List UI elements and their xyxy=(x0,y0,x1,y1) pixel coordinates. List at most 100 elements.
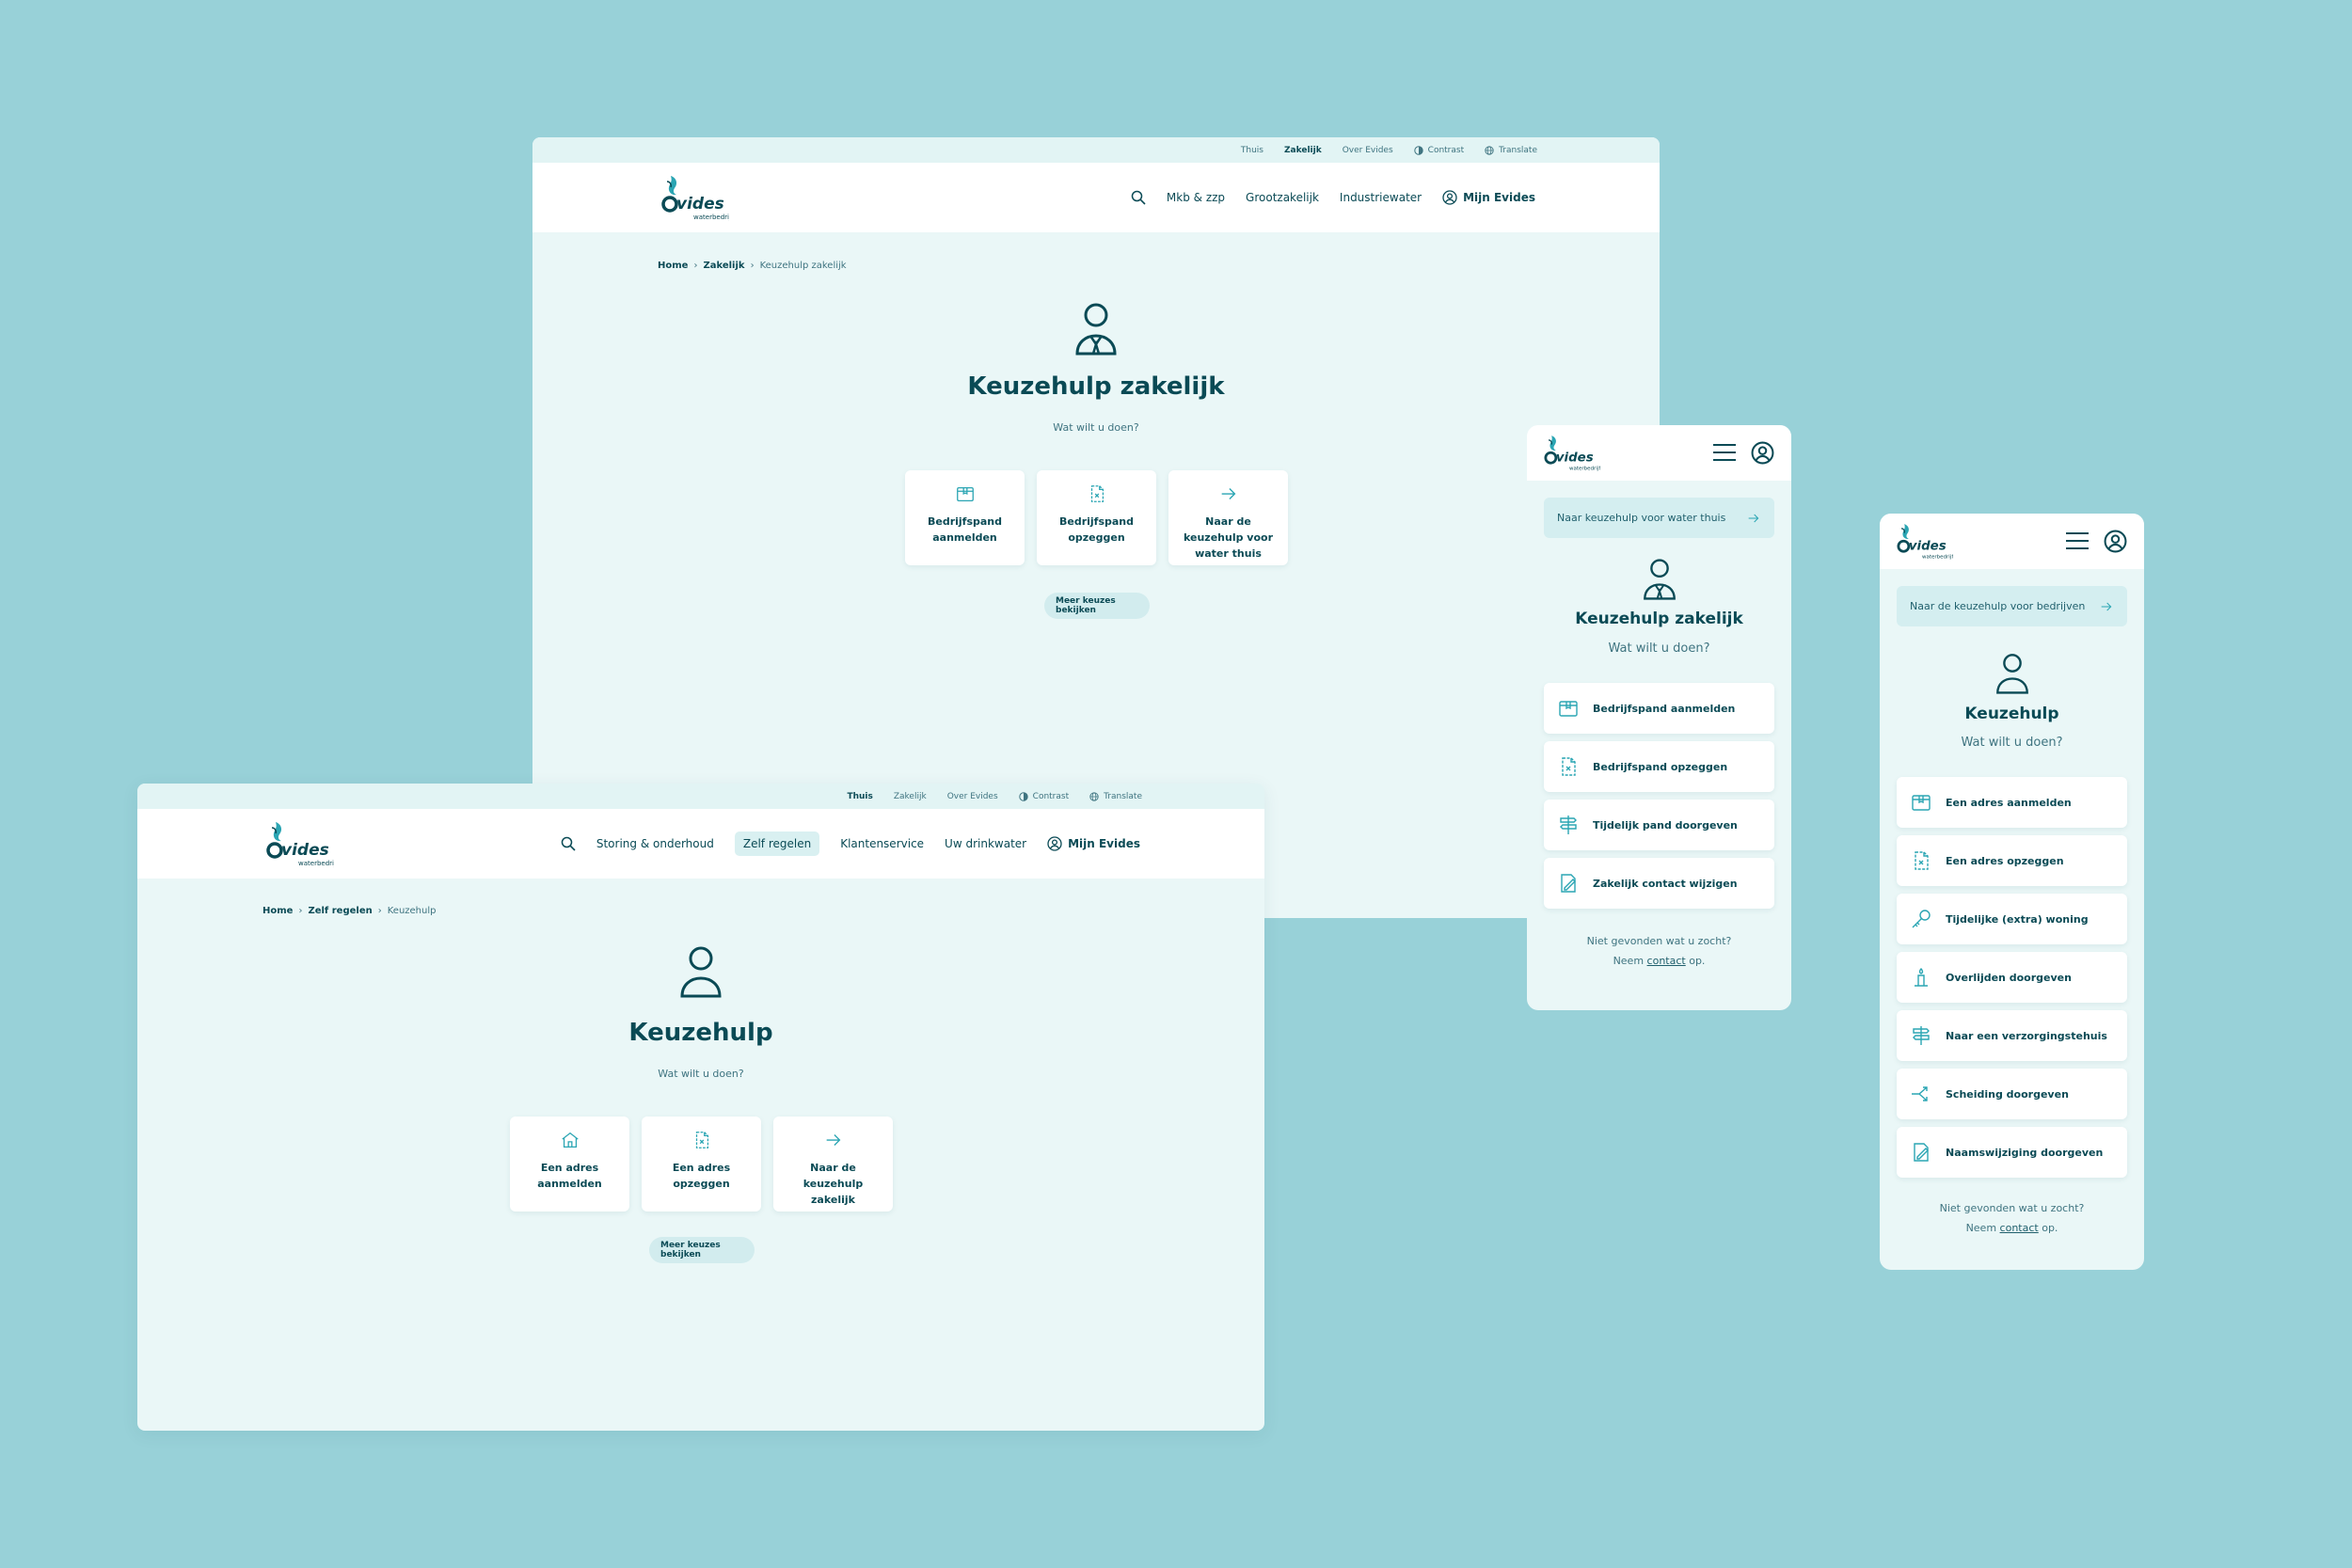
search-icon[interactable] xyxy=(561,836,576,851)
contrast-toggle[interactable]: Contrast xyxy=(1019,792,1069,801)
tile-label: Naar de keuzehulp voor water thuis xyxy=(1183,515,1274,560)
tile-keuzehulp-zakelijk[interactable]: Naar de keuzehulp zakelijk xyxy=(773,1117,893,1212)
evides-logo[interactable] xyxy=(1538,433,1600,474)
tile-label: Naar de keuzehulp zakelijk xyxy=(803,1162,864,1206)
list-item-label: Naamswijziging doorgeven xyxy=(1946,1146,2104,1159)
tile-bedrijfspand-opzeggen[interactable]: Bedrijfspand opzeggen xyxy=(1037,470,1156,565)
evides-logo[interactable] xyxy=(658,172,729,225)
box-icon xyxy=(1557,697,1580,720)
utility-bar: Thuis Zakelijk Over Evides Contrast Tran… xyxy=(137,784,1264,809)
switch-link-label: Naar de keuzehulp voor bedrijven xyxy=(1910,600,2086,612)
list-item-label: Bedrijfspand aanmelden xyxy=(1593,702,1736,715)
utility-bar: Thuis Zakelijk Over Evides Contrast Tran… xyxy=(532,137,1660,163)
topbar-link-over-evides[interactable]: Over Evides xyxy=(1343,146,1393,155)
document-cancel-icon xyxy=(691,1130,712,1150)
nav-item-storing-onderhoud[interactable]: Storing & onderhoud xyxy=(596,837,714,850)
help-post: op. xyxy=(2042,1222,2058,1234)
topbar-link-zakelijk[interactable]: Zakelijk xyxy=(1284,146,1322,155)
contrast-toggle[interactable]: Contrast xyxy=(1414,146,1464,155)
translate-label: Translate xyxy=(1499,145,1537,155)
list-item-tijdelijke-woning[interactable]: Tijdelijke (extra) woning xyxy=(1897,894,2127,944)
hamburger-menu-icon[interactable] xyxy=(1712,441,1737,464)
tile-keuzehulp-thuis[interactable]: Naar de keuzehulp voor water thuis xyxy=(1168,470,1288,565)
nav-item-uw-drinkwater[interactable]: Uw drinkwater xyxy=(945,837,1026,850)
candle-icon xyxy=(1910,966,1932,989)
list-item-overlijden[interactable]: Overlijden doorgeven xyxy=(1897,952,2127,1003)
user-circle-icon[interactable] xyxy=(1751,441,1774,465)
page-subtitle: Wat wilt u doen? xyxy=(1053,421,1139,434)
list-item-scheiding[interactable]: Scheiding doorgeven xyxy=(1897,1069,2127,1119)
key-icon xyxy=(1910,908,1932,930)
list-item-naamswijziging[interactable]: Naamswijziging doorgeven xyxy=(1897,1127,2127,1178)
more-choices-button[interactable]: Meer keuzes bekijken xyxy=(649,1237,755,1263)
search-icon[interactable] xyxy=(1131,190,1146,205)
breadcrumb-current: Keuzehulp xyxy=(387,906,437,916)
page-title: Keuzehulp zakelijk xyxy=(1575,610,1743,628)
hamburger-menu-icon[interactable] xyxy=(2065,530,2090,552)
mobile-business-page: Naar keuzehulp voor water thuis Keuzehul… xyxy=(1527,425,1791,1010)
main-header: Mkb & zzp Grootzakelijk Industriewater M… xyxy=(532,163,1660,232)
nav-item-grootzakelijk[interactable]: Grootzakelijk xyxy=(1246,191,1319,204)
topbar-link-zakelijk[interactable]: Zakelijk xyxy=(894,792,927,801)
switch-keuzehulp-link[interactable]: Naar keuzehulp voor water thuis xyxy=(1544,498,1774,538)
user-circle-icon xyxy=(1442,190,1457,205)
list-item-contact-wijzigen[interactable]: Zakelijk contact wijzigen xyxy=(1544,858,1774,909)
contact-link[interactable]: contact xyxy=(2000,1222,2039,1234)
mobile-header xyxy=(1527,425,1791,481)
switch-link-label: Naar keuzehulp voor water thuis xyxy=(1557,512,1726,524)
person-icon xyxy=(678,945,723,998)
help-question: Niet gevonden wat u zocht? xyxy=(1939,1202,2085,1214)
list-item-tijdelijk-pand[interactable]: Tijdelijk pand doorgeven xyxy=(1544,800,1774,850)
evides-logo[interactable] xyxy=(1891,521,1953,562)
tile-bedrijfspand-aanmelden[interactable]: Bedrijfspand aanmelden xyxy=(905,470,1025,565)
switch-keuzehulp-link[interactable]: Naar de keuzehulp voor bedrijven xyxy=(1897,586,2127,626)
breadcrumb-section[interactable]: Zakelijk xyxy=(703,261,744,271)
list-item-adres-opzeggen[interactable]: Een adres opzeggen xyxy=(1897,835,2127,886)
arrow-right-icon xyxy=(1746,511,1761,526)
breadcrumb: Home › Zakelijk › Keuzehulp zakelijk xyxy=(658,261,847,271)
more-choices-button[interactable]: Meer keuzes bekijken xyxy=(1044,593,1150,619)
list-item-label: Tijdelijk pand doorgeven xyxy=(1593,818,1738,832)
breadcrumb: Home › Zelf regelen › Keuzehulp xyxy=(262,906,437,916)
tile-adres-opzeggen[interactable]: Een adres opzeggen xyxy=(642,1117,761,1212)
signpost-icon xyxy=(1557,814,1580,836)
account-label: Mijn Evides xyxy=(1068,837,1140,850)
list-item-label: Scheiding doorgeven xyxy=(1946,1087,2069,1101)
chevron-right-icon: › xyxy=(693,261,698,271)
account-link[interactable]: Mijn Evides xyxy=(1047,836,1140,851)
translate-toggle[interactable]: Translate xyxy=(1089,792,1142,801)
page-subtitle: Wat wilt u doen? xyxy=(1961,736,2063,750)
person-tie-icon xyxy=(1642,559,1677,600)
house-icon xyxy=(560,1130,580,1150)
document-edit-icon xyxy=(1557,872,1580,895)
nav-item-zelf-regelen[interactable]: Zelf regelen xyxy=(734,832,820,856)
list-item-label: Een adres opzeggen xyxy=(1946,854,2064,867)
user-circle-icon[interactable] xyxy=(2104,530,2127,553)
contrast-icon xyxy=(1414,146,1423,155)
page-subtitle: Wat wilt u doen? xyxy=(1608,641,1710,656)
nav-item-industriewater[interactable]: Industriewater xyxy=(1340,191,1422,204)
list-item-verzorgingstehuis[interactable]: Naar een verzorgingstehuis xyxy=(1897,1010,2127,1061)
list-item-bedrijfspand-opzeggen[interactable]: Bedrijfspand opzeggen xyxy=(1544,741,1774,792)
breadcrumb-section[interactable]: Zelf regelen xyxy=(308,906,372,916)
topbar-link-thuis[interactable]: Thuis xyxy=(1241,146,1263,155)
topbar-link-thuis[interactable]: Thuis xyxy=(847,792,872,801)
tile-label: Een adres opzeggen xyxy=(672,1162,731,1190)
topbar-link-over-evides[interactable]: Over Evides xyxy=(947,792,998,801)
breadcrumb-home[interactable]: Home xyxy=(262,906,293,916)
translate-toggle[interactable]: Translate xyxy=(1485,146,1537,155)
list-item-adres-aanmelden[interactable]: Een adres aanmelden xyxy=(1897,777,2127,828)
breadcrumb-home[interactable]: Home xyxy=(658,261,688,271)
contact-link[interactable]: contact xyxy=(1647,955,1686,967)
tile-label: Bedrijfspand aanmelden xyxy=(927,515,1003,544)
choice-list: Een adres aanmelden Een adres opzeggen T… xyxy=(1897,777,2127,1178)
tile-adres-aanmelden[interactable]: Een adres aanmelden xyxy=(510,1117,629,1212)
list-item-label: Naar een verzorgingstehuis xyxy=(1946,1029,2107,1042)
evides-logo[interactable] xyxy=(262,818,334,871)
nav-item-klantenservice[interactable]: Klantenservice xyxy=(840,837,924,850)
page-subtitle: Wat wilt u doen? xyxy=(658,1068,744,1080)
nav-item-mkb-zzp[interactable]: Mkb & zzp xyxy=(1167,191,1225,204)
list-item-label: Een adres aanmelden xyxy=(1946,796,2072,809)
list-item-bedrijfspand-aanmelden[interactable]: Bedrijfspand aanmelden xyxy=(1544,683,1774,734)
account-link[interactable]: Mijn Evides xyxy=(1442,190,1535,205)
